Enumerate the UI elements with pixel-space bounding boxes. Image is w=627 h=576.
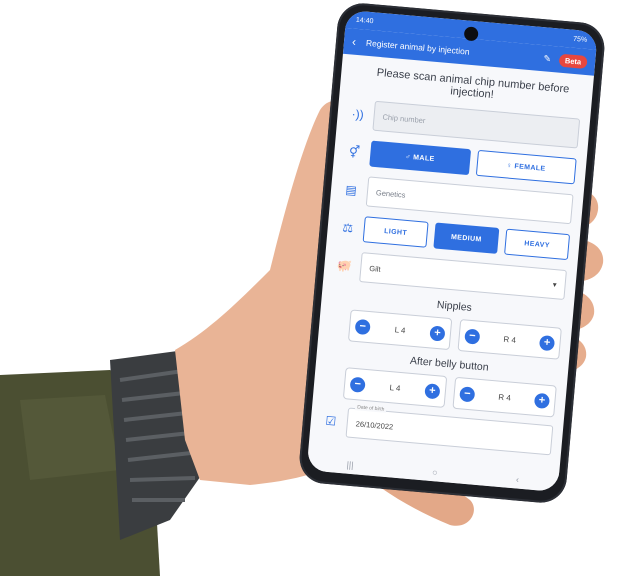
- back-nav-icon[interactable]: ‹: [516, 474, 520, 484]
- plus-icon[interactable]: +: [424, 382, 441, 399]
- minus-icon[interactable]: −: [459, 385, 476, 402]
- recents-icon[interactable]: |||: [346, 460, 354, 471]
- form-content: Please scan animal chip number before in…: [310, 54, 594, 457]
- after-belly-left-value: L 4: [389, 382, 401, 393]
- phone-screen: 14:40 75% ‹ Register animal by injection…: [306, 9, 598, 493]
- nfc-icon: ·)): [351, 106, 365, 122]
- photo-scene: 14:40 75% ‹ Register animal by injection…: [0, 0, 627, 576]
- heavy-button[interactable]: HEAVY: [504, 228, 571, 261]
- date-of-birth-value: 26/10/2022: [355, 418, 394, 432]
- date-of-birth-label: Date of birth: [354, 404, 387, 413]
- plus-icon[interactable]: +: [429, 324, 446, 342]
- plus-icon[interactable]: +: [538, 334, 556, 351]
- light-button[interactable]: LIGHT: [362, 216, 429, 248]
- male-button[interactable]: ♂ MALE: [369, 140, 471, 176]
- beta-badge: Beta: [558, 53, 588, 69]
- arrow-back-icon[interactable]: ‹: [351, 35, 356, 49]
- pig-icon: 🐖: [336, 258, 353, 274]
- chevron-down-icon: ▾: [552, 279, 558, 289]
- status-battery: 75%: [572, 35, 588, 44]
- edit-icon[interactable]: ✎: [543, 53, 551, 65]
- minus-icon[interactable]: −: [354, 318, 371, 335]
- animal-type-select[interactable]: Gilt ▾: [359, 252, 567, 300]
- nipples-left-value: L 4: [394, 324, 406, 335]
- male-female-icon: ⚥: [348, 144, 361, 160]
- medium-button[interactable]: MEDIUM: [433, 222, 500, 254]
- female-button[interactable]: ♀ FEMALE: [475, 149, 577, 185]
- comment-icon: ▤: [344, 182, 358, 198]
- smartphone: 14:40 75% ‹ Register animal by injection…: [297, 1, 607, 505]
- after-belly-right-value: R 4: [498, 392, 512, 403]
- after-belly-right-stepper: − R 4 +: [452, 376, 557, 418]
- home-icon[interactable]: ○: [432, 467, 438, 477]
- female-label: FEMALE: [514, 162, 546, 173]
- plus-icon[interactable]: +: [533, 392, 551, 409]
- animal-type-value: Gilt: [368, 263, 381, 274]
- minus-icon[interactable]: −: [464, 327, 481, 345]
- weight-icon: ⚖: [341, 220, 354, 236]
- after-belly-left-stepper: − L 4 +: [342, 367, 448, 408]
- calendar-icon: ☑: [324, 413, 337, 429]
- male-label: MALE: [412, 153, 435, 163]
- status-time: 14:40: [355, 16, 374, 25]
- nipples-right-value: R 4: [503, 334, 517, 345]
- nipples-right-stepper: − R 4 +: [457, 318, 562, 360]
- nipples-left-stepper: − L 4 +: [347, 309, 453, 351]
- minus-icon[interactable]: −: [349, 376, 366, 393]
- chip-number-input[interactable]: Chip number: [372, 100, 581, 149]
- genetics-input[interactable]: Genetics: [365, 176, 574, 225]
